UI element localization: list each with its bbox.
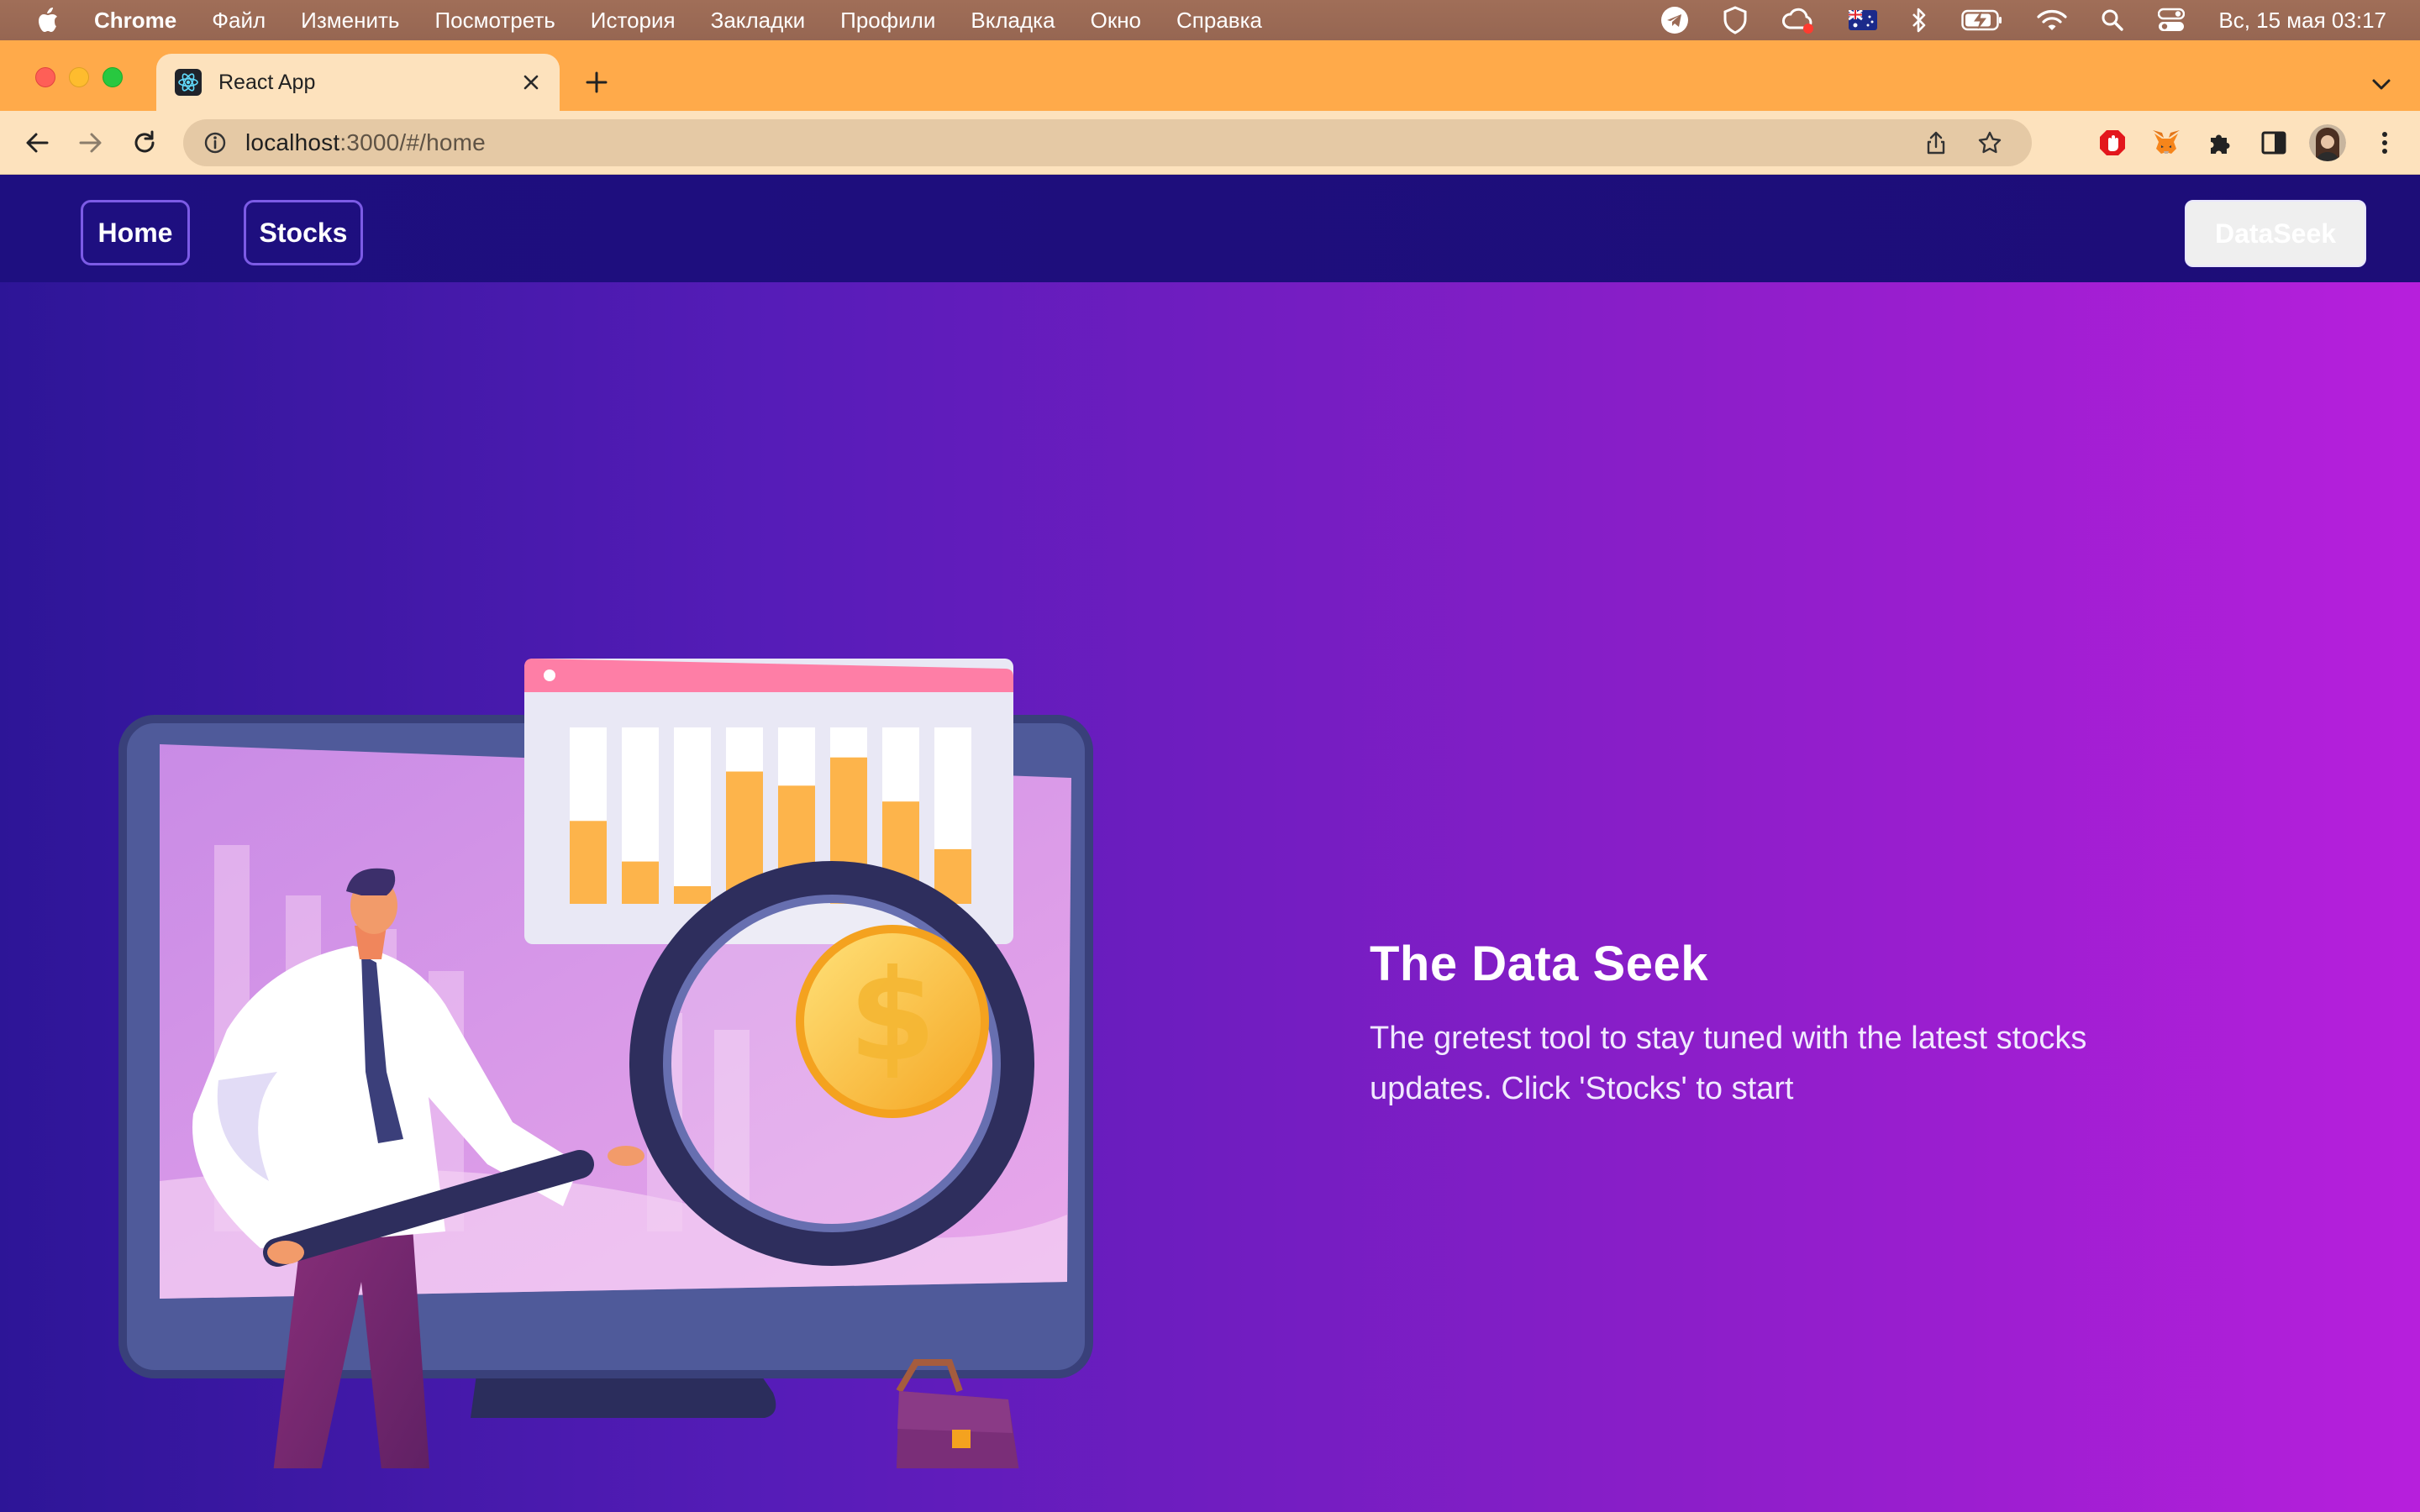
url-text[interactable]: localhost:3000/#/home <box>245 129 486 156</box>
bluetooth-icon[interactable] <box>1911 0 1928 40</box>
tab-search-chevron-down-icon[interactable] <box>2366 69 2396 99</box>
shield-icon[interactable] <box>1723 0 1748 40</box>
browser-tab-strip: React App <box>0 40 2420 111</box>
extensions-puzzle-icon[interactable] <box>2202 124 2238 161</box>
reload-icon[interactable] <box>126 124 163 161</box>
adblock-extension-icon[interactable] <box>2094 124 2131 161</box>
metamask-fox-icon[interactable] <box>2148 124 2185 161</box>
menubar-status-area: Вс, 15 мая 03:17 <box>1660 0 2386 40</box>
menu-window[interactable]: Окно <box>1091 8 1141 34</box>
telegram-icon[interactable] <box>1660 0 1689 40</box>
macos-menubar: Chrome Файл Изменить Посмотреть История … <box>0 0 2420 40</box>
url-host: localhost <box>245 129 340 155</box>
window-close-button[interactable] <box>35 67 55 87</box>
hero-description-line2: updates. Click 'Stocks' to start <box>1370 1071 1794 1106</box>
menu-edit[interactable]: Изменить <box>301 8 399 34</box>
creative-cloud-icon[interactable] <box>1781 0 1815 40</box>
hero-text-block: The Data Seek The gretest tool to stay t… <box>1370 929 2210 1114</box>
profile-avatar[interactable] <box>2309 124 2346 161</box>
tab-title: React App <box>218 70 316 94</box>
menu-file[interactable]: Файл <box>212 8 266 34</box>
browser-tab-active[interactable]: React App <box>156 54 560 111</box>
hero-illustration: $ <box>118 659 1093 1468</box>
brand-dataseek-button[interactable]: DataSeek <box>2185 200 2366 267</box>
wifi-icon[interactable] <box>2037 0 2067 40</box>
new-tab-button[interactable] <box>578 64 615 101</box>
menubar-clock[interactable]: Вс, 15 мая 03:17 <box>2218 0 2386 40</box>
svg-text:$: $ <box>849 943 936 1089</box>
spotlight-search-icon[interactable] <box>2101 0 2124 40</box>
illustration-bar-track <box>674 727 711 904</box>
illustration-bar-fill <box>674 886 711 904</box>
hero-title: The Data Seek <box>1370 937 1709 991</box>
illustration-bar-fill <box>570 821 607 904</box>
battery-charging-icon[interactable] <box>1961 0 2003 40</box>
back-arrow-icon[interactable] <box>18 124 55 161</box>
web-page-viewport: Home Stocks DataSeek $ The Data Seek The… <box>0 175 2420 1512</box>
window-zoom-button[interactable] <box>103 67 123 87</box>
nav-home-button[interactable]: Home <box>81 200 190 265</box>
app-navbar: Home Stocks DataSeek <box>0 175 2420 282</box>
browser-toolbar: localhost:3000/#/home <box>0 111 2420 175</box>
menu-tab[interactable]: Вкладка <box>971 8 1055 34</box>
site-info-icon[interactable] <box>197 124 234 161</box>
menu-app-chrome[interactable]: Chrome <box>94 8 176 34</box>
nav-stocks-button[interactable]: Stocks <box>244 200 363 265</box>
share-icon[interactable] <box>1918 124 1954 161</box>
side-panel-icon[interactable] <box>2255 124 2292 161</box>
menu-help[interactable]: Справка <box>1176 8 1262 34</box>
window-minimize-button[interactable] <box>69 67 89 87</box>
control-center-icon[interactable] <box>2158 0 2186 40</box>
url-path: :3000/#/home <box>339 129 486 155</box>
illustration-bar-fill <box>622 861 659 904</box>
react-favicon-icon <box>175 69 202 96</box>
address-bar[interactable]: localhost:3000/#/home <box>183 119 2032 166</box>
hero-description-line1: The gretest tool to stay tuned with the … <box>1370 1021 2087 1056</box>
menu-view[interactable]: Посмотреть <box>434 8 555 34</box>
menu-profiles[interactable]: Профили <box>840 8 935 34</box>
hero-description: The gretest tool to stay tuned with the … <box>1370 1013 2210 1114</box>
forward-arrow-icon[interactable] <box>72 124 109 161</box>
apple-menu-icon[interactable] <box>35 6 60 34</box>
australia-flag-icon[interactable] <box>1849 0 1878 40</box>
menu-history[interactable]: История <box>591 8 676 34</box>
menu-bookmarks[interactable]: Закладки <box>711 8 806 34</box>
bookmark-star-icon[interactable] <box>1971 124 2008 161</box>
chrome-menu-kebab-icon[interactable] <box>2366 124 2403 161</box>
tab-close-icon[interactable] <box>514 66 548 99</box>
